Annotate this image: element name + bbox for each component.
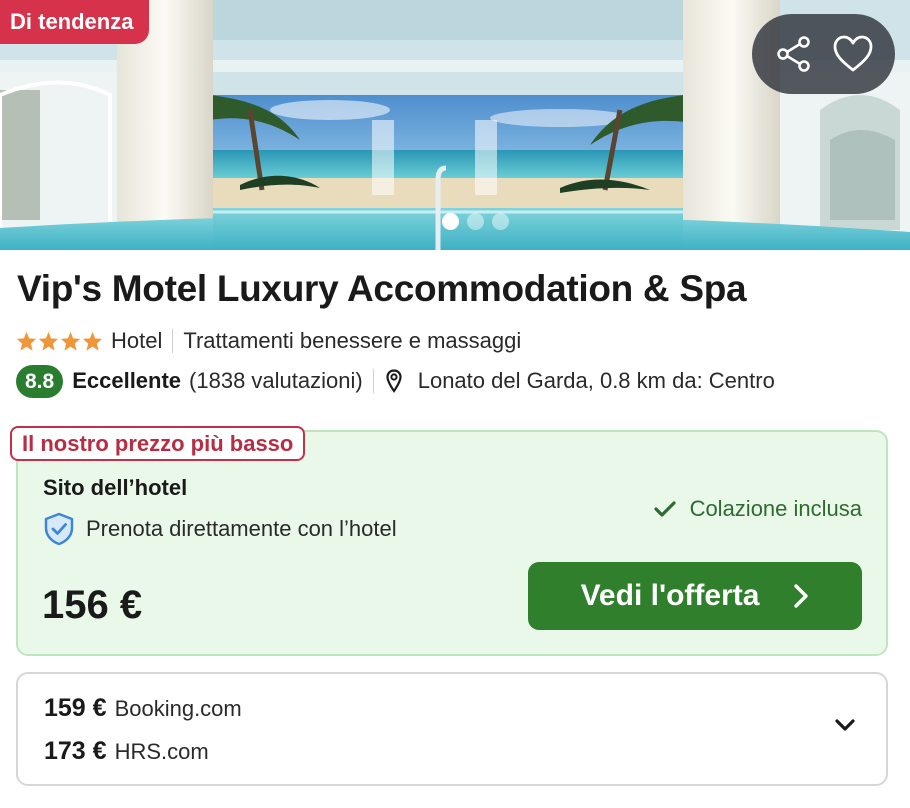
review-score-badge: 8.8 <box>16 364 64 398</box>
share-icon <box>777 36 810 72</box>
breakfast-included: Colazione inclusa <box>653 496 862 522</box>
lowest-price-badge: Il nostro prezzo più basso <box>10 426 306 461</box>
offer-provider: HRS.com <box>114 739 209 764</box>
chevron-right-icon <box>794 584 809 608</box>
star-icon <box>60 331 81 351</box>
share-button[interactable] <box>770 30 818 78</box>
chevron-down-icon[interactable] <box>834 718 856 732</box>
shield-check-icon <box>44 512 74 546</box>
deal-price: 156 € <box>42 583 143 627</box>
offer-row[interactable]: 173 € HRS.com <box>44 737 209 766</box>
hotel-meta: Hotel Trattamenti benessere e massaggi <box>16 326 521 356</box>
carousel-dot-2[interactable] <box>467 213 484 230</box>
star-icon <box>38 331 59 351</box>
rating-row: 8.8 Eccellente (1838 valutazioni) Lonato… <box>16 364 775 398</box>
star-icon <box>82 331 103 351</box>
trending-badge: Di tendenza <box>0 0 150 44</box>
hotel-photo-carousel[interactable]: Di tendenza <box>0 0 910 250</box>
deal-provider: Sito dell’hotel <box>43 475 188 500</box>
star-rating <box>16 331 103 351</box>
amenity-label: Colazione inclusa <box>689 496 862 521</box>
carousel-dot-3[interactable] <box>492 213 509 230</box>
hotel-location[interactable]: Lonato del Garda, 0.8 km da: Centro <box>418 368 775 394</box>
divider <box>372 369 374 393</box>
offer-row[interactable]: 159 € Booking.com <box>44 694 242 723</box>
offer-price: 173 € <box>44 737 107 765</box>
view-deal-label: Vedi l'offerta <box>580 579 760 612</box>
divider <box>172 329 174 353</box>
direct-booking-label: Prenota direttamente con l’hotel <box>86 516 397 541</box>
favorite-button[interactable] <box>829 30 877 78</box>
hotel-type: Hotel <box>111 328 163 353</box>
offer-provider: Booking.com <box>114 696 242 721</box>
photo-actions <box>752 14 895 94</box>
review-count[interactable]: (1838 valutazioni) <box>189 368 363 394</box>
view-deal-button[interactable]: Vedi l'offerta <box>528 562 862 630</box>
location-pin-icon <box>386 369 402 393</box>
heart-outline-icon <box>833 35 873 72</box>
checkmark-icon <box>653 501 676 517</box>
offer-price: 159 € <box>44 694 107 722</box>
hotel-feature: Trattamenti benessere e massaggi <box>183 328 522 353</box>
other-offers-dropdown[interactable]: 159 € Booking.com 173 € HRS.com <box>16 672 888 786</box>
star-icon <box>16 331 37 351</box>
carousel-indicator <box>442 213 509 230</box>
hotel-name[interactable]: Vip's Motel Luxury Accommodation & Spa <box>17 268 747 310</box>
rating-label: Eccellente <box>72 368 182 393</box>
direct-booking: Prenota direttamente con l’hotel <box>42 512 397 546</box>
carousel-dot-1[interactable] <box>442 213 459 230</box>
